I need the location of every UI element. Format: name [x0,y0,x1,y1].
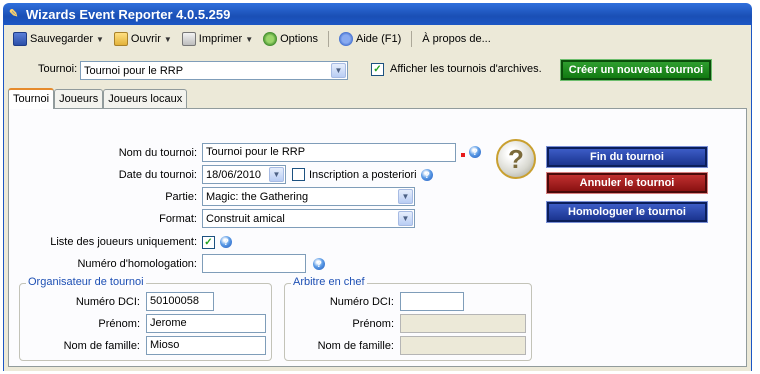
tab-strip: Tournoi Joueurs Joueurs locaux [8,88,188,109]
tournament-select[interactable]: Tournoi pour le RRP ▼ [80,61,348,80]
create-tournament-button[interactable]: Créer un nouveau tournoi [560,59,712,81]
tournament-label: Tournoi: [38,63,78,75]
players-only-checkbox[interactable]: ✓ [202,236,215,249]
help-menu[interactable]: Aide (F1) [336,30,404,48]
help-question-icon[interactable]: ? [496,139,536,179]
help-icon[interactable]: ? [220,236,232,248]
dropdown-arrow-icon[interactable]: ▼ [331,63,346,78]
printer-icon [181,32,196,46]
sanction-tournament-button[interactable]: Homologuer le tournoi [546,201,708,223]
organizer-group-title: Organisateur de tournoi [26,276,146,288]
name-label: Nom du tournoi: [118,147,197,159]
save-menu[interactable]: Sauvegarder ▼ [10,30,107,48]
tab-tournament[interactable]: Tournoi [8,88,55,109]
tournament-name-input[interactable]: Tournoi pour le RRP [202,143,456,162]
help-icon[interactable]: ? [421,169,433,181]
late-registration-label: Inscription a posteriori [309,169,417,181]
archive-checkbox[interactable]: ✓ [371,63,384,76]
organizer-dci-input[interactable]: 50100058 [146,292,214,311]
options-label: Options [280,33,319,45]
required-marker [461,153,465,157]
cancel-tournament-button[interactable]: Annuler le tournoi [546,172,708,194]
main-window: Sauvegarder ▼ Ouvrir ▼ Imprimer ▼ Option… [3,25,752,371]
folder-icon [113,32,128,46]
organizer-first-name-input[interactable]: Jerome [146,314,266,333]
help-icon[interactable]: ? [313,258,325,270]
format-value: Construit amical [206,212,285,225]
tab-players[interactable]: Joueurs [54,89,104,108]
toolbar: Sauvegarder ▼ Ouvrir ▼ Imprimer ▼ Option… [4,29,751,49]
organizer-last-name-label: Nom de famille: [63,340,140,352]
format-label: Format: [159,213,197,225]
players-only-label: Liste des joueurs uniquement: [50,236,197,248]
tournament-bar: Tournoi: Tournoi pour le RRP ▼ ✓ Affiche… [4,59,751,81]
dropdown-arrow-icon[interactable]: ▼ [269,167,284,182]
tournament-panel: Nom du tournoi: Tournoi pour le RRP ? Da… [8,108,747,367]
open-menu[interactable]: Ouvrir ▼ [111,30,175,48]
format-select[interactable]: Construit amical ▼ [202,209,415,228]
about-menu[interactable]: À propos de... [419,31,494,47]
head-judge-group-title: Arbitre en chef [291,276,367,288]
game-select[interactable]: Magic: the Gathering ▼ [202,187,415,206]
help-label: Aide (F1) [356,33,402,45]
app-icon: ✎ [9,8,19,20]
head-judge-dci-label: Numéro DCI: [329,296,394,308]
title-bar: ✎ Wizards Event Reporter 4.0.5.259 [3,3,752,25]
toolbar-separator [411,31,413,47]
archive-label: Afficher les tournois d'archives. [390,63,542,75]
head-judge-group: Arbitre en chef Numéro DCI: Prénom: Nom … [284,276,532,361]
date-picker[interactable]: 18/06/2010 ▼ [202,165,286,184]
organizer-first-name-label: Prénom: [98,318,140,330]
toolbar-separator [328,31,330,47]
head-judge-last-name-label: Nom de famille: [317,340,394,352]
chevron-down-icon: ▼ [96,34,104,44]
open-label: Ouvrir [130,33,161,45]
organizer-group: Organisateur de tournoi Numéro DCI: 5010… [19,276,272,361]
help-icon[interactable]: ? [469,146,481,158]
about-label: À propos de... [422,33,491,45]
dropdown-arrow-icon[interactable]: ▼ [398,189,413,204]
chevron-down-icon: ▼ [245,34,254,44]
sanction-number-label: Numéro d'homologation: [77,258,197,270]
sanction-number-input[interactable] [202,254,306,273]
options-icon [263,32,278,46]
end-tournament-button[interactable]: Fin du tournoi [546,146,708,168]
head-judge-first-name-input [400,314,526,333]
save-label: Sauvegarder [30,33,93,45]
print-menu[interactable]: Imprimer ▼ [179,30,256,48]
game-value: Magic: the Gathering [206,190,309,203]
tournament-select-value: Tournoi pour le RRP [84,64,184,77]
head-judge-last-name-input [400,336,526,355]
tab-local-players[interactable]: Joueurs locaux [103,89,188,108]
dropdown-arrow-icon[interactable]: ▼ [398,211,413,226]
print-label: Imprimer [198,33,243,45]
organizer-dci-label: Numéro DCI: [75,296,140,308]
organizer-last-name-input[interactable]: Mioso [146,336,266,355]
save-icon [13,32,27,46]
head-judge-first-name-label: Prénom: [352,318,394,330]
head-judge-dci-input[interactable] [400,292,464,311]
options-menu[interactable]: Options [260,30,321,48]
window-title: Wizards Event Reporter 4.0.5.259 [26,6,231,22]
help-icon [339,32,354,46]
date-label: Date du tournoi: [118,169,197,181]
late-registration-checkbox[interactable] [292,168,305,181]
date-value: 18/06/2010 [206,168,262,181]
chevron-down-icon: ▼ [163,34,172,44]
game-label: Partie: [165,191,197,203]
